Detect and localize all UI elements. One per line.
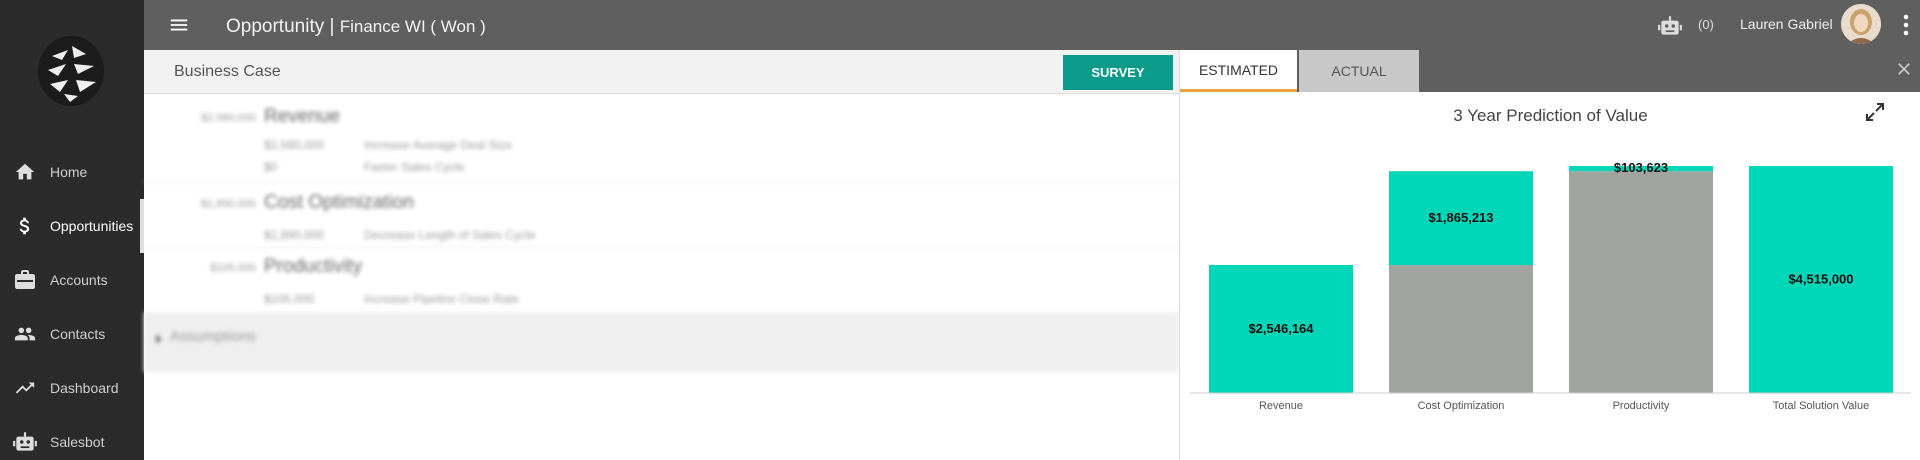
home-icon bbox=[0, 161, 50, 183]
sidebar-item-accounts[interactable]: Accounts bbox=[0, 253, 144, 307]
sidebar-item-salesbot[interactable]: Salesbot bbox=[0, 415, 144, 460]
more-vert-icon[interactable] bbox=[1902, 14, 1910, 41]
page-title-text: Opportunity | bbox=[226, 16, 340, 37]
business-case-header: Business Case SURVEY bbox=[144, 50, 1179, 94]
item-label: Increase Pipeline Close Rate bbox=[364, 292, 519, 306]
page-subtitle: Finance WI ( Won ) bbox=[339, 17, 486, 36]
assumptions-row[interactable]: Assumptions bbox=[144, 312, 1179, 372]
section-title: Revenue bbox=[264, 106, 341, 127]
business-case-title: Business Case bbox=[174, 63, 281, 80]
value-chart: $2,546,164 Revenue $1,865,213 Cost Optimiza… bbox=[1190, 160, 1911, 412]
sidebar-item-label: Home bbox=[50, 164, 88, 180]
sidebar-item-home[interactable]: Home bbox=[0, 145, 144, 199]
briefcase-icon bbox=[0, 268, 50, 292]
menu-icon[interactable] bbox=[168, 14, 190, 36]
sidebar-item-label: Accounts bbox=[50, 272, 108, 288]
value-prediction-panel: ESTIMATED ACTUAL 3 Year Prediction of Va… bbox=[1179, 50, 1920, 460]
bc-section-productivity[interactable]: $105,000 Productivity $105,000 Increase … bbox=[144, 248, 1179, 312]
sidebar: Home Opportunities Accounts Contacts Das… bbox=[0, 0, 144, 460]
notification-count: (0) bbox=[1698, 17, 1714, 32]
caret-right-icon bbox=[154, 332, 164, 350]
chart-data-label: $1,865,213 bbox=[1428, 210, 1493, 225]
trending-up-icon bbox=[0, 377, 50, 399]
item-label: Increase Average Deal Size bbox=[364, 138, 512, 152]
business-case-content: $2,580,000 Revenue $2,580,000 Increase A… bbox=[144, 96, 1179, 426]
item-amount: $105,000 bbox=[264, 292, 315, 306]
page-title: Opportunity | Finance WI ( Won ) bbox=[226, 16, 486, 38]
chart-category-label: Productivity bbox=[1613, 400, 1670, 412]
people-icon bbox=[0, 323, 50, 345]
bc-section-revenue[interactable]: $2,580,000 Revenue $2,580,000 Increase A… bbox=[144, 96, 1179, 182]
chart-data-label: $103,623 bbox=[1614, 160, 1668, 175]
section-amount: $2,580,000 bbox=[200, 112, 256, 124]
chart-category-label: Total Solution Value bbox=[1773, 400, 1869, 412]
section-amount: $1,890,000 bbox=[200, 198, 256, 210]
bc-section-cost-optimization[interactable]: $1,890,000 Cost Optimization $1,890,000 … bbox=[144, 182, 1179, 248]
chart-data-label: $4,515,000 bbox=[1788, 272, 1853, 287]
assumptions-label: Assumptions bbox=[170, 328, 256, 345]
item-amount: $0 bbox=[264, 160, 278, 174]
item-label: Decrease Length of Sales Cycle bbox=[364, 228, 536, 242]
zebra-logo bbox=[38, 36, 104, 106]
sidebar-item-label: Opportunities bbox=[50, 218, 134, 234]
sidebar-item-label: Contacts bbox=[50, 326, 106, 342]
section-amount: $105,000 bbox=[210, 262, 256, 274]
sidebar-item-label: Salesbot bbox=[50, 434, 105, 450]
item-amount: $1,890,000 bbox=[264, 228, 325, 242]
chart-category-label: Cost Optimization bbox=[1418, 400, 1505, 412]
sidebar-item-contacts[interactable]: Contacts bbox=[0, 307, 144, 361]
chart-bar-base bbox=[1389, 264, 1533, 393]
item-label: Faster Sales Cycle bbox=[364, 160, 465, 174]
sidebar-item-opportunities[interactable]: Opportunities bbox=[0, 199, 144, 253]
user-name[interactable]: Lauren Gabriel bbox=[1740, 16, 1833, 32]
survey-button[interactable]: SURVEY bbox=[1063, 55, 1173, 90]
sidebar-item-label: Dashboard bbox=[50, 380, 119, 396]
chart-bar-base bbox=[1569, 171, 1713, 393]
section-title: Productivity bbox=[264, 256, 363, 277]
chart-data-label: $2,546,164 bbox=[1248, 321, 1314, 336]
section-title: Cost Optimization bbox=[264, 192, 414, 213]
robot-icon bbox=[0, 429, 50, 455]
sidebar-item-dashboard[interactable]: Dashboard bbox=[0, 361, 144, 415]
avatar[interactable] bbox=[1841, 4, 1881, 44]
chart-category-label: Revenue bbox=[1259, 400, 1303, 412]
item-amount: $2,580,000 bbox=[264, 138, 325, 152]
robot-icon[interactable] bbox=[1656, 13, 1684, 44]
business-case-panel: Business Case SURVEY $2,580,000 Revenue … bbox=[144, 50, 1179, 460]
top-bar: Opportunity | Finance WI ( Won ) (0) Lau… bbox=[144, 0, 1920, 50]
dollar-icon bbox=[0, 213, 50, 239]
